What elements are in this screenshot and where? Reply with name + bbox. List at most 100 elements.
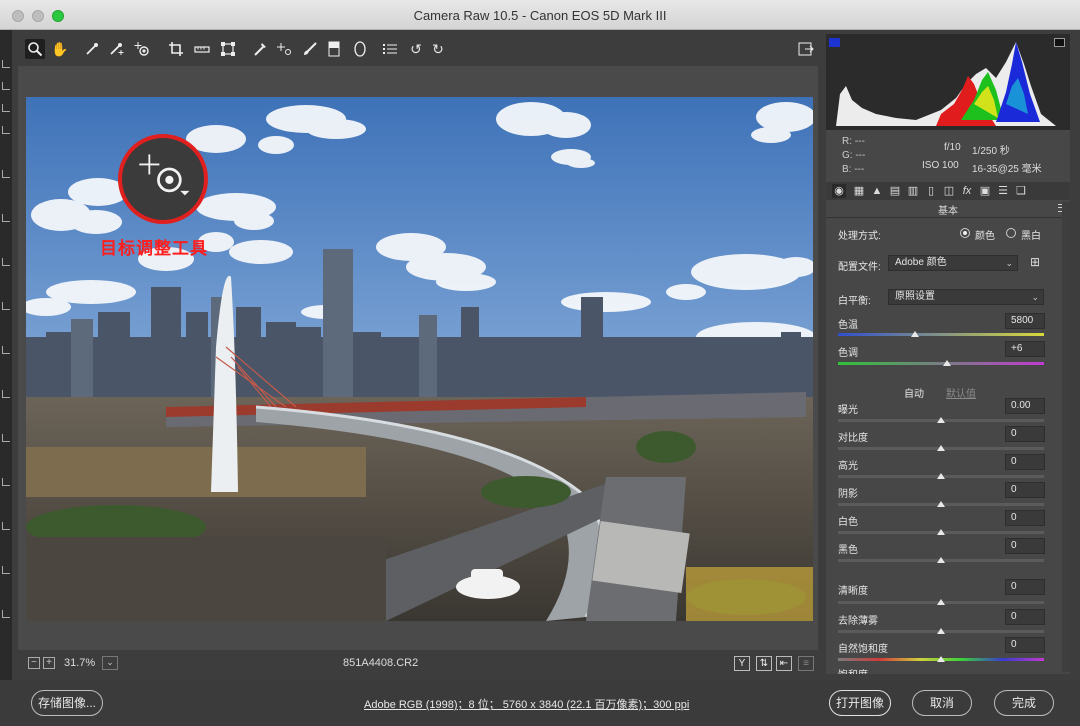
highlights-slider-thumb[interactable] [937, 473, 945, 479]
exposure-slider-thumb[interactable] [937, 417, 945, 423]
tint-slider-thumb[interactable] [943, 360, 951, 366]
exposure-value[interactable]: 0.00 [1005, 398, 1045, 414]
rgb-g-readout: G: --- [842, 150, 866, 161]
graduated-filter-icon[interactable] [324, 39, 344, 59]
treatment-bw-radio[interactable] [1006, 228, 1016, 238]
spot-removal-icon[interactable] [250, 39, 270, 59]
clarity-slider-thumb[interactable] [937, 599, 945, 605]
hand-icon[interactable]: ✋ [50, 39, 70, 59]
rotate-left-icon[interactable]: ↺ [406, 39, 426, 59]
swap-settings-icon[interactable]: ⇅ [756, 656, 772, 671]
save-image-button[interactable]: 存储图像... [31, 690, 103, 716]
radial-filter-icon[interactable] [350, 39, 370, 59]
profile-select[interactable]: Adobe 颜色 ⌄ [888, 255, 1018, 271]
default-button[interactable]: 默认值 [946, 385, 976, 400]
toggle-settings-icon[interactable]: ≡ [798, 656, 814, 671]
camera-raw-window: Camera Raw 10.5 - Canon EOS 5D Mark III … [0, 0, 1080, 726]
tint-slider[interactable] [838, 362, 1044, 365]
adjustment-brush-icon[interactable] [300, 39, 320, 59]
workflow-options-link[interactable]: Adobe RGB (1998)；8 位； 5760 x 3840 (22.1 … [364, 696, 689, 712]
rotate-right-icon[interactable]: ↻ [428, 39, 448, 59]
image-preview-area[interactable]: 目标调整工具 [18, 66, 818, 650]
contrast-value[interactable]: 0 [1005, 426, 1045, 442]
red-eye-icon[interactable] [274, 39, 294, 59]
tab-tone-curve-icon[interactable]: ▦ [852, 184, 866, 198]
temperature-slider-thumb[interactable] [911, 331, 919, 337]
straighten-icon[interactable] [192, 39, 212, 59]
tab-transform-icon[interactable]: ◫ [942, 184, 956, 198]
dehaze-slider-thumb[interactable] [937, 628, 945, 634]
tab-hsl-icon[interactable]: ▤ [888, 184, 902, 198]
done-button[interactable]: 完成 [994, 690, 1054, 716]
temperature-slider[interactable] [838, 333, 1044, 336]
whites-label: 白色 [838, 517, 858, 528]
highlights-value[interactable]: 0 [1005, 454, 1045, 470]
chevron-down-icon: ⌄ [1031, 292, 1039, 302]
treatment-bw-label: 黑白 [1021, 231, 1041, 242]
tab-effects-icon[interactable]: fx [960, 184, 974, 198]
white-balance-icon[interactable] [82, 39, 102, 59]
transform-icon[interactable] [218, 39, 238, 59]
auto-button[interactable]: 自动 [904, 385, 924, 400]
blacks-slider-thumb[interactable] [937, 557, 945, 563]
zoom-in-button[interactable]: + [43, 657, 55, 669]
tab-split-toning-icon[interactable]: ▥ [906, 184, 920, 198]
rgb-b-readout: B: --- [842, 164, 865, 175]
panel-scrollbar[interactable] [1062, 202, 1070, 672]
tint-value[interactable]: +6 [1005, 341, 1045, 357]
fullscreen-icon[interactable] [796, 39, 816, 59]
highlight-clipping-icon[interactable] [1054, 38, 1065, 47]
temperature-value[interactable]: 5800 [1005, 313, 1045, 329]
cancel-button[interactable]: 取消 [912, 690, 972, 716]
crop-icon[interactable] [166, 39, 186, 59]
vibrance-value[interactable]: 0 [1005, 637, 1045, 653]
shadow-clipping-icon[interactable] [829, 38, 840, 47]
zoom-level: 31.7% [64, 657, 96, 669]
tab-presets-icon[interactable]: ☰ [996, 184, 1010, 198]
targeted-adjustment-callout [118, 134, 208, 224]
preferences-icon[interactable] [380, 39, 400, 59]
white-balance-select[interactable]: 原照设置 ⌄ [888, 289, 1044, 305]
whites-value[interactable]: 0 [1005, 510, 1045, 526]
contrast-label: 对比度 [838, 433, 868, 444]
zoom-dropdown[interactable]: ⌄ [102, 656, 118, 670]
profile-browser-icon[interactable]: ⊞ [1026, 255, 1044, 271]
blacks-value[interactable]: 0 [1005, 538, 1045, 554]
panel-section-title: 基本 [826, 202, 1070, 218]
zoom-out-button[interactable]: − [28, 657, 40, 669]
clarity-value[interactable]: 0 [1005, 579, 1045, 595]
color-sampler-icon[interactable] [106, 39, 126, 59]
whites-slider-thumb[interactable] [937, 529, 945, 535]
clarity-label: 清晰度 [838, 586, 868, 597]
zoom-icon[interactable] [25, 39, 45, 59]
callout-label: 目标调整工具 [100, 239, 208, 259]
tab-detail-icon[interactable]: ▲ [870, 184, 884, 198]
dehaze-value[interactable]: 0 [1005, 609, 1045, 625]
shadows-slider-thumb[interactable] [937, 501, 945, 507]
vibrance-label: 自然饱和度 [838, 644, 888, 655]
window-title: Camera Raw 10.5 - Canon EOS 5D Mark III [413, 8, 667, 23]
open-image-button[interactable]: 打开图像 [829, 690, 891, 716]
tool-bar: ✋ ↺ ↻ [18, 36, 818, 64]
before-after-view-icon[interactable]: Y [734, 656, 750, 671]
targeted-adjustment-icon[interactable] [132, 39, 152, 59]
tab-basic-icon[interactable]: ◉ [832, 184, 846, 198]
treatment-color-radio[interactable] [960, 228, 970, 238]
treatment-color-label: 颜色 [975, 231, 995, 242]
histogram [826, 34, 1070, 130]
tab-snapshots-icon[interactable]: ❑ [1014, 184, 1028, 198]
contrast-slider-thumb[interactable] [937, 445, 945, 451]
vibrance-slider-thumb[interactable] [937, 656, 945, 662]
rgb-r-readout: R: --- [842, 136, 865, 147]
highlights-label: 高光 [838, 461, 858, 472]
copy-settings-icon[interactable]: ⇤ [776, 656, 792, 671]
shadows-value[interactable]: 0 [1005, 482, 1045, 498]
temperature-label: 色温 [838, 320, 858, 331]
blacks-label: 黑色 [838, 545, 858, 556]
white-balance-label: 白平衡: [838, 296, 871, 307]
chevron-down-icon: ⌄ [1005, 258, 1013, 268]
iso: ISO 100 [922, 160, 959, 171]
tab-lens-icon[interactable]: ▯ [924, 184, 938, 198]
exposure-label: 曝光 [838, 405, 858, 416]
tab-calibration-icon[interactable]: ▣ [978, 184, 992, 198]
